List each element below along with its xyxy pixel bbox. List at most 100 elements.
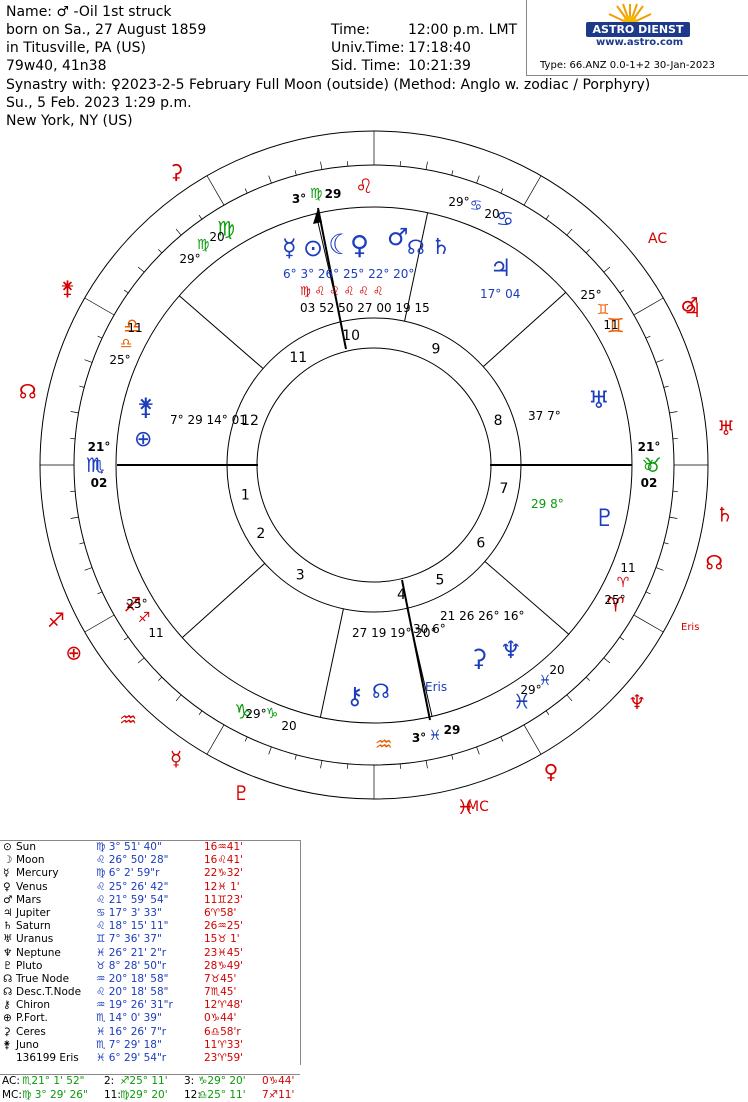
cusp-desc-min: 02 [641, 476, 658, 490]
degree-tick [79, 542, 85, 545]
planet-name: Uranus [16, 933, 54, 946]
cusp-mc-deg: 3° [292, 192, 306, 206]
degree-tick [523, 175, 542, 206]
planet-glyph-icon: ♄ [3, 920, 13, 933]
house-row: AC: ♏21° 1' 52" 2: ♐25° 11' 3: ♑29° 20' 0♑44' [0, 1075, 300, 1089]
degree-tick [545, 710, 550, 716]
cusp-ic-min: 29 [444, 723, 461, 737]
house-number-11: 11 [289, 350, 307, 366]
planet-transit: 6♎58'r [204, 1025, 241, 1038]
cusp-bl-min: 20 [281, 719, 296, 733]
transit-planet-icon: ♀ [544, 760, 559, 784]
degree-tick [320, 760, 323, 769]
planet-row: ♂ Mars ♌ 21° 59' 54" 11♊23' [0, 894, 300, 907]
chiron-ceres-natal-icon: ⚳ [470, 644, 488, 672]
house-cusp-line [482, 291, 567, 368]
cusp-ll-min: 11 [148, 626, 163, 640]
juno-natal-icon: ⚵ [137, 393, 155, 421]
transit-planet-icon: ⊕ [65, 641, 82, 665]
degree-tick [645, 335, 651, 339]
planet-row: ⚷ Chiron ♒ 19° 26' 31"r 12♈48' [0, 999, 300, 1012]
mc-arrow-icon [313, 208, 322, 224]
house-label: 3: [184, 1075, 195, 1087]
house-number-8: 8 [494, 413, 503, 429]
degree-tick [268, 175, 272, 184]
degree-tick [97, 591, 103, 595]
planet-glyph-icon: ⊙ [3, 841, 12, 853]
planet-name: Venus [16, 880, 48, 893]
degree-tick [476, 746, 480, 755]
planet-glyph-icon: ♃ [3, 906, 13, 919]
planet-transit: 7♉45' [204, 972, 237, 985]
chiron-node-natal-label: 27 19 19° 20° [352, 626, 437, 640]
house-numbers: 123456789101112 [241, 328, 509, 603]
natal-planet-cluster: ☿ ⊙ ☾ ♀ ♂ ☊ ♄ 6° 3° 26° 25° 22° 20° ♍ ♌ … [134, 223, 616, 710]
ut-value: 17:18:40 [408, 40, 471, 56]
degree-tick [79, 385, 85, 388]
degree-tick [158, 249, 163, 254]
ic-axis-line [401, 579, 431, 721]
planet-position: ♌ 18° 15' 11" [96, 920, 169, 933]
planet-transit: 11♊23' [204, 893, 244, 906]
degree-tick [500, 736, 504, 742]
planet-position: ♌ 25° 26' 42" [96, 880, 169, 893]
planet-name: Saturn [16, 920, 51, 933]
planet-position: ♌ 21° 59' 54" [96, 893, 169, 906]
degree-tick [663, 542, 669, 545]
cusp-br-deg: 29° [520, 683, 541, 697]
degree-tick [206, 724, 225, 755]
house-transit: 0♑44' [262, 1075, 295, 1087]
degree-tick [566, 228, 573, 236]
degree-tick [619, 636, 625, 641]
degree-tick [175, 228, 182, 236]
planet-transit: 26♒25' [204, 920, 244, 933]
house-number-5: 5 [436, 572, 445, 588]
planet-row: ♃ Jupiter ♋ 17° 3' 33" 6♈58' [0, 907, 300, 920]
planet-name: P.Fort. [16, 1012, 48, 1025]
degree-tick [84, 297, 115, 316]
degree-tick [84, 567, 93, 571]
cusp-ul-min: 11 [127, 321, 142, 335]
planet-row: ♆ Neptune ♓ 26° 21' 2"r 23♓45' [0, 947, 300, 960]
planet-glyph-icon: ⚳ [3, 1025, 11, 1038]
cusp-lr-deg: 25° [604, 593, 625, 607]
transit-planet-icon: ♂ [680, 292, 698, 316]
planet-position: ♓ 16° 26' 7"r [96, 1025, 167, 1038]
pluto-natal-label: 29 8° [531, 497, 564, 511]
cusp-ur-min: 11 [603, 318, 618, 332]
degree-tick [523, 724, 542, 755]
degree-tick [84, 614, 115, 633]
transit-planet-icon: ♒ [119, 708, 137, 732]
ac-label: AC [648, 231, 667, 247]
cusp-tr-deg: 29° [448, 195, 469, 209]
logo-text: ASTRO DIENST [586, 22, 690, 37]
planet-row: ☊ Desc.T.Node ♌ 20° 18' 58" 7♏45' [0, 986, 300, 999]
degree-tick [123, 289, 129, 294]
planet-transit: 12♓ 1' [204, 880, 240, 893]
inner-circle [256, 347, 492, 583]
degree-tick [669, 516, 678, 519]
house-label: 11: [104, 1088, 121, 1101]
cusp-ur-sign: ♊ [597, 302, 610, 318]
house-label: AC: [2, 1075, 20, 1087]
planet-row: ♀ Venus ♌ 25° 26' 42" 12♓ 1' [0, 881, 300, 894]
degree-tick [545, 214, 550, 220]
house-value: ♍29° 20' [120, 1088, 168, 1101]
eris-natal-text: Eris [425, 680, 447, 694]
planet-glyph-icon: ☊ [3, 972, 13, 985]
planet-transit: 16♌41' [204, 854, 244, 867]
degree-tick [585, 676, 590, 681]
cusp-tl-min: 20 [209, 230, 224, 244]
transit-planet-icon: ☿ [170, 746, 182, 770]
house-number-9: 9 [432, 341, 441, 357]
degree-tick [669, 411, 678, 414]
house-value: ♍ 3° 29' 26" [22, 1088, 88, 1101]
cusp-lr-sign: ♈ [617, 575, 630, 591]
planet-name: Juno [16, 1038, 39, 1051]
jupiter-natal-label: 17° 04 [480, 287, 520, 301]
planet-name: Ceres [16, 1025, 46, 1038]
degree-tick [198, 710, 203, 716]
logo-url[interactable]: www.astro.com [596, 37, 683, 48]
sun-natal-icon: ⊙ [303, 234, 323, 262]
true-node-natal-icon: ☊ [372, 679, 390, 703]
